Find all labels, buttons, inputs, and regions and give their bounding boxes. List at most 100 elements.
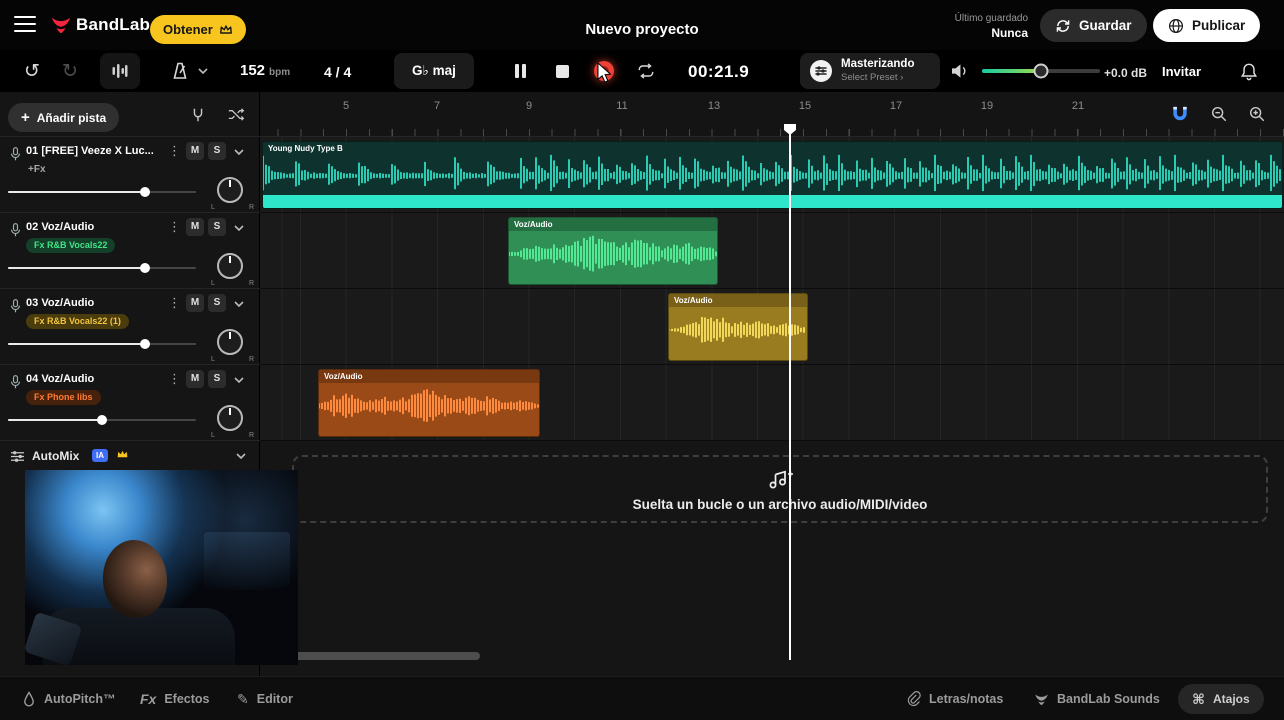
mute-button[interactable]: M	[186, 370, 204, 388]
mute-button[interactable]: M	[186, 218, 204, 236]
master-volume-slider[interactable]	[982, 63, 1100, 79]
redo-button[interactable]: ↻	[52, 53, 88, 89]
invite-button[interactable]: Invitar	[1162, 64, 1201, 79]
fx-preset-badge[interactable]: Fx Phone libs	[26, 390, 101, 405]
track-collapse-icon[interactable]	[234, 225, 244, 231]
key-signature-button[interactable]: G♭ maj	[394, 53, 474, 89]
undo-button[interactable]: ↺	[14, 53, 50, 89]
pause-button[interactable]	[502, 53, 538, 89]
snap-magnet-icon[interactable]	[1172, 105, 1188, 122]
effects-button[interactable]: Fx Efectos	[140, 677, 210, 720]
routing-icon[interactable]	[228, 107, 245, 122]
key-signature-value: G♭ maj	[412, 63, 456, 78]
track-header[interactable]: 01 [FREE] Veeze X Luc... ⋮ M S +Fx L R	[0, 137, 260, 213]
horizontal-scrollbar[interactable]	[290, 652, 480, 660]
zoom-in-icon[interactable]	[1248, 105, 1266, 123]
dropzone-text: Suelta un bucle o un archivo audio/MIDI/…	[632, 496, 928, 512]
mute-button[interactable]: M	[186, 142, 204, 160]
clip-footer-band	[263, 195, 1282, 208]
audio-clip[interactable]: Voz/Audio	[318, 369, 540, 437]
volume-knob[interactable]	[1033, 63, 1049, 79]
fx-preset-badge[interactable]: Fx R&B Vocals22 (1)	[26, 314, 129, 329]
dropzone[interactable]: Suelta un bucle o un archivo audio/MIDI/…	[292, 455, 1268, 523]
metronome-button[interactable]	[158, 53, 220, 89]
solo-button[interactable]: S	[208, 142, 226, 160]
track-name: Voz/Audio	[41, 297, 95, 309]
track-collapse-icon[interactable]	[234, 377, 244, 383]
speaker-icon[interactable]	[950, 63, 970, 79]
audio-clip[interactable]: Voz/Audio	[508, 217, 718, 285]
mute-button[interactable]: M	[186, 294, 204, 312]
pan-knob[interactable]	[217, 405, 243, 431]
tuner-icon[interactable]	[190, 107, 206, 123]
clip-label: Voz/Audio	[674, 296, 713, 305]
loops-browser-icon	[112, 64, 128, 78]
tempo-display[interactable]: 152 bpm	[240, 62, 290, 79]
mastering-icon	[810, 60, 832, 82]
track-name: Voz/Audio	[41, 373, 95, 385]
fx-preset-badge[interactable]: Fx R&B Vocals22	[26, 238, 116, 253]
timeline-ruler[interactable]: 5 7 9 11 13 15 17 19 21	[260, 92, 1284, 137]
editor-button[interactable]: ✎ Editor	[237, 677, 293, 720]
track-volume-slider[interactable]	[8, 261, 196, 275]
track-volume-slider[interactable]	[8, 413, 196, 427]
notifications-button[interactable]	[1240, 62, 1258, 81]
playhead[interactable]	[789, 124, 791, 660]
mastering-button[interactable]: Masterizando Select Preset ›	[800, 53, 940, 89]
solo-button[interactable]: S	[208, 370, 226, 388]
time-signature[interactable]: 4 / 4	[324, 64, 351, 80]
mouse-cursor	[597, 63, 612, 83]
solo-button[interactable]: S	[208, 294, 226, 312]
pan-right-label: R	[249, 280, 255, 287]
track-volume-slider[interactable]	[8, 185, 196, 199]
pan-left-label: L	[211, 280, 215, 287]
bandlab-sounds-button[interactable]: BandLab Sounds	[1034, 677, 1160, 720]
lane-divider	[260, 288, 1284, 289]
last-saved-info: Último guardado Nunca	[955, 13, 1028, 40]
paperclip-icon	[907, 691, 921, 707]
shortcuts-button[interactable]: ⌘ Atajos	[1178, 684, 1264, 714]
track-header[interactable]: 04 Voz/Audio ⋮ M S Fx Phone libs L R	[0, 365, 260, 441]
track-options-icon[interactable]: ⋮	[168, 143, 181, 159]
track-options-icon[interactable]: ⋮	[168, 371, 181, 387]
track-header[interactable]: 03 Voz/Audio ⋮ M S Fx R&B Vocals22 (1) L…	[0, 289, 260, 365]
track-volume-slider[interactable]	[8, 337, 196, 351]
automix-row[interactable]: AutoMix IA	[0, 441, 260, 471]
pan-knob[interactable]	[217, 329, 243, 355]
track-number: 02	[26, 221, 39, 233]
microphone-icon	[10, 299, 21, 313]
audio-clip[interactable]: Young Nudy Type B	[262, 141, 1283, 209]
save-button[interactable]: Guardar	[1040, 9, 1147, 42]
transport-toolbar: ↺ ↻ 152 bpm 4 / 4 G♭ maj 00:21.9 Masteri…	[0, 50, 1284, 92]
loop-button[interactable]	[628, 53, 664, 89]
add-track-button[interactable]: + Añadir pista	[8, 103, 120, 132]
loops-browser-button[interactable]	[100, 53, 140, 89]
audio-clip[interactable]: Voz/Audio	[668, 293, 808, 361]
bar-number: 15	[798, 100, 812, 112]
effects-label: Efectos	[164, 692, 210, 706]
automix-label: AutoMix	[32, 449, 80, 463]
stop-button[interactable]	[544, 53, 580, 89]
lyrics-notes-button[interactable]: Letras/notas	[906, 677, 1003, 720]
track-options-icon[interactable]: ⋮	[168, 295, 181, 311]
publish-button[interactable]: Publicar	[1153, 9, 1261, 42]
pan-knob[interactable]	[217, 253, 243, 279]
fx-icon: Fx	[140, 691, 157, 707]
solo-button[interactable]: S	[208, 218, 226, 236]
bar-number: 17	[889, 100, 903, 112]
bar-number: 19	[980, 100, 994, 112]
chevron-down-icon[interactable]	[236, 453, 246, 459]
track-header[interactable]: 02 Voz/Audio ⋮ M S Fx R&B Vocals22 L R	[0, 213, 260, 289]
track-collapse-icon[interactable]	[234, 301, 244, 307]
last-saved-value: Nunca	[991, 26, 1028, 40]
track-options-icon[interactable]: ⋮	[168, 219, 181, 235]
redo-icon: ↻	[62, 60, 78, 82]
autopitch-button[interactable]: AutoPitch™	[22, 677, 116, 720]
autopitch-label: AutoPitch™	[44, 692, 116, 706]
globe-icon	[1169, 18, 1183, 33]
add-fx-button[interactable]: +Fx	[28, 164, 46, 175]
timeline-lanes[interactable]: Young Nudy Type B Voz/Audio Voz/Audio Vo…	[260, 137, 1284, 676]
pan-knob[interactable]	[217, 177, 243, 203]
track-collapse-icon[interactable]	[234, 149, 244, 155]
zoom-out-icon[interactable]	[1210, 105, 1228, 123]
